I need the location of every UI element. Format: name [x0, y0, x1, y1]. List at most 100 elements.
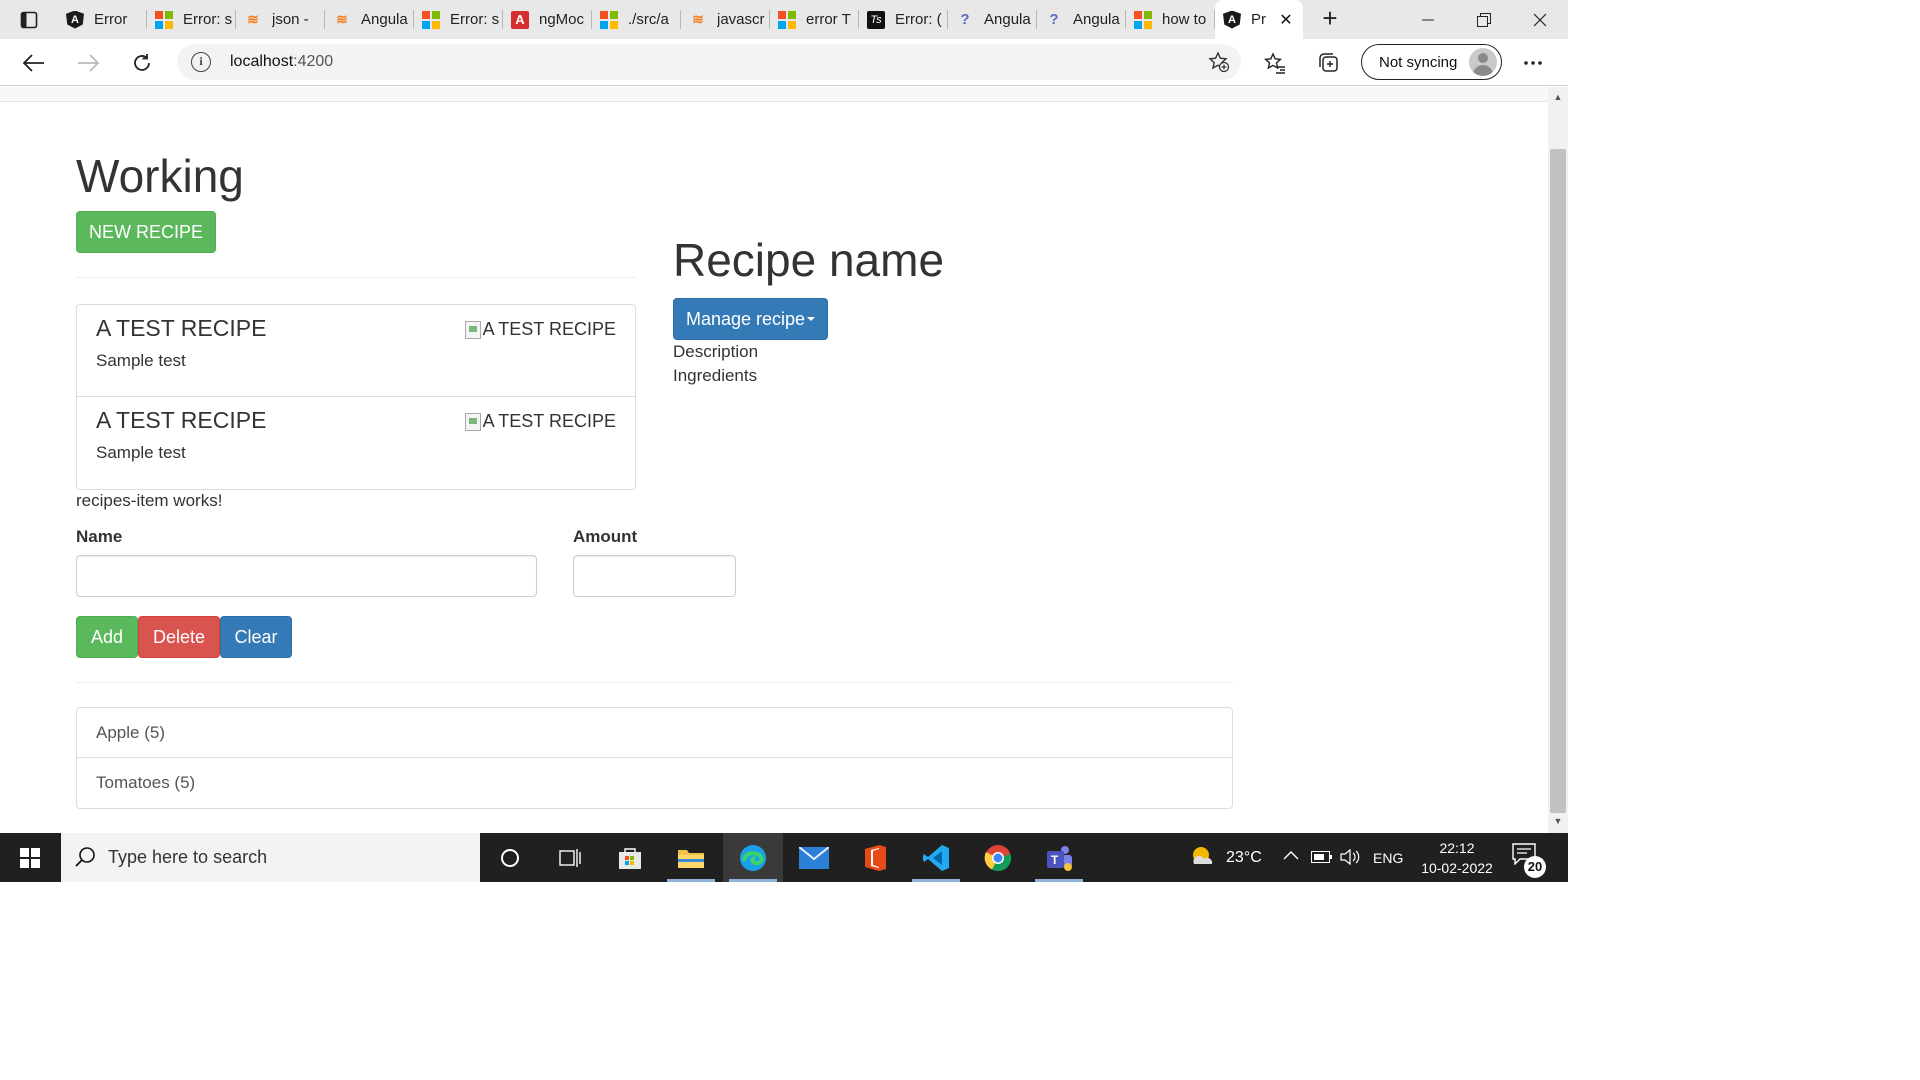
office-icon: [865, 844, 886, 871]
file-explorer-app[interactable]: [661, 833, 721, 882]
browser-tab[interactable]: ≋ json -: [236, 0, 325, 39]
tab-title: ngMoc: [539, 11, 585, 28]
tab-actions-icon: [20, 11, 38, 28]
task-view-button[interactable]: [540, 833, 600, 882]
chrome-app[interactable]: [968, 833, 1028, 882]
browser-tab[interactable]: error T: [770, 0, 859, 39]
ingredient-item[interactable]: Tomatoes (5): [77, 758, 1232, 808]
tab-title: Error: [94, 11, 128, 28]
angular-icon: A: [66, 10, 84, 29]
question-icon: ?: [1049, 11, 1059, 28]
site-info-icon[interactable]: i: [191, 52, 211, 72]
refresh-button[interactable]: [124, 45, 160, 81]
page-viewport: Working NEW RECIPE A TEST RECIPE Sample t…: [0, 87, 1548, 833]
browser-tab[interactable]: AngMoc: [503, 0, 592, 39]
shopping-list: Apple (5) Tomatoes (5): [76, 707, 1233, 809]
recipe-name: A TEST RECIPE: [96, 407, 267, 433]
minimize-icon: [1422, 19, 1434, 20]
tab-title: Angula: [361, 11, 408, 28]
new-tab-button[interactable]: +: [1316, 4, 1344, 34]
scrollbar-thumb[interactable]: [1550, 149, 1566, 813]
store-icon: [619, 847, 641, 869]
tab-title: Angula: [984, 11, 1031, 28]
back-button[interactable]: [16, 45, 52, 81]
folder-icon: [678, 849, 704, 868]
scroll-up-icon[interactable]: ▲: [1553, 93, 1563, 102]
browser-toolbar: i localhost:4200 Not syncing: [0, 39, 1568, 86]
collections-button[interactable]: [1311, 45, 1347, 81]
broken-image-icon: [464, 320, 481, 339]
add-button[interactable]: Add: [76, 616, 138, 658]
tab-title: Error: (: [895, 11, 942, 28]
manage-recipe-button[interactable]: Manage recipe: [673, 298, 828, 340]
vscode-app[interactable]: [906, 833, 966, 882]
recipe-image-alt: A TEST RECIPE: [482, 411, 616, 431]
chrome-icon: [984, 844, 1012, 871]
teams-app[interactable]: T: [1029, 833, 1089, 882]
language-indicator[interactable]: ENG: [1373, 850, 1403, 866]
recipe-item[interactable]: A TEST RECIPE Sample test A TEST RECIPE: [77, 305, 635, 397]
minimize-button[interactable]: [1400, 0, 1456, 39]
browser-tab[interactable]: Error: s: [414, 0, 503, 39]
tab-title: error T: [806, 11, 851, 28]
clock-time: 22:12: [1439, 840, 1475, 856]
browser-tab[interactable]: ≋ Angula: [325, 0, 414, 39]
restore-button[interactable]: [1456, 0, 1512, 39]
add-favorite-button[interactable]: [1207, 50, 1231, 74]
new-recipe-button[interactable]: NEW RECIPE: [76, 211, 216, 253]
favorites-button[interactable]: [1257, 45, 1293, 81]
angular-red-icon: A: [511, 10, 529, 29]
cortana-button[interactable]: [480, 833, 540, 882]
navbar: [0, 87, 1548, 102]
volume-icon[interactable]: [1340, 848, 1360, 866]
scroll-down-icon[interactable]: ▼: [1553, 817, 1563, 826]
ingredient-item[interactable]: Apple (5): [77, 708, 1232, 758]
clear-button[interactable]: Clear: [220, 616, 292, 658]
tab-title: Pr: [1251, 11, 1266, 28]
clock[interactable]: 22:12 10-02-2022: [1418, 838, 1496, 878]
store-app[interactable]: [600, 833, 660, 882]
browser-tab-bar: A Error Error: s ≋ json - ≋ Angula Error: s Ang…: [0, 0, 1568, 39]
profile-label: Not syncing: [1379, 53, 1458, 71]
svg-text:T: T: [1051, 853, 1059, 867]
recipe-list: A TEST RECIPE Sample test A TEST RECIPE A T…: [76, 304, 636, 490]
name-input[interactable]: [76, 555, 537, 597]
recipe-item[interactable]: A TEST RECIPE Sample test A TEST RECIPE: [77, 397, 635, 489]
notification-center-button[interactable]: 20: [1512, 843, 1546, 878]
start-button[interactable]: [0, 833, 60, 882]
browser-tab[interactable]: ? Angula: [1037, 0, 1126, 39]
chevron-up-icon[interactable]: [1283, 850, 1299, 860]
taskbar-search[interactable]: Type here to search: [61, 833, 480, 882]
mail-app[interactable]: [784, 833, 844, 882]
settings-menu-button[interactable]: [1515, 45, 1551, 81]
arrow-right-icon: [78, 54, 99, 72]
page-scrollbar[interactable]: ▲ ▼: [1548, 87, 1568, 833]
recipe-ingredients: Ingredients: [673, 366, 758, 385]
close-tab-icon[interactable]: ✕: [1275, 10, 1297, 30]
delete-button[interactable]: Delete: [138, 616, 220, 658]
browser-tab[interactable]: ./src/a: [592, 0, 681, 39]
office-app[interactable]: [845, 833, 905, 882]
weather-temperature[interactable]: 23°C: [1226, 849, 1262, 867]
battery-icon[interactable]: [1311, 851, 1333, 863]
vscode-icon: [923, 844, 949, 871]
profile-button[interactable]: Not syncing: [1361, 44, 1502, 80]
browser-tab[interactable]: ? Angula: [948, 0, 1037, 39]
address-bar[interactable]: i localhost:4200: [177, 44, 1241, 80]
browser-tab[interactable]: how to: [1126, 0, 1215, 39]
browser-tab[interactable]: A Error: [58, 0, 147, 39]
browser-tab[interactable]: Error: s: [147, 0, 236, 39]
tab-actions-button[interactable]: [0, 0, 58, 39]
close-window-button[interactable]: [1512, 0, 1568, 39]
forward-button[interactable]: [70, 45, 106, 81]
divider: [76, 277, 636, 278]
amount-input[interactable]: [573, 555, 736, 597]
close-icon: [1533, 13, 1547, 26]
edge-app[interactable]: [723, 833, 783, 882]
search-icon: [75, 847, 95, 867]
browser-tab-active[interactable]: A Pr ✕: [1215, 0, 1303, 39]
browser-tab[interactable]: Ts Error: (: [859, 0, 948, 39]
search-placeholder: Type here to search: [108, 847, 268, 867]
edge-icon: [740, 844, 766, 871]
browser-tab[interactable]: ≋ javascr: [681, 0, 770, 39]
